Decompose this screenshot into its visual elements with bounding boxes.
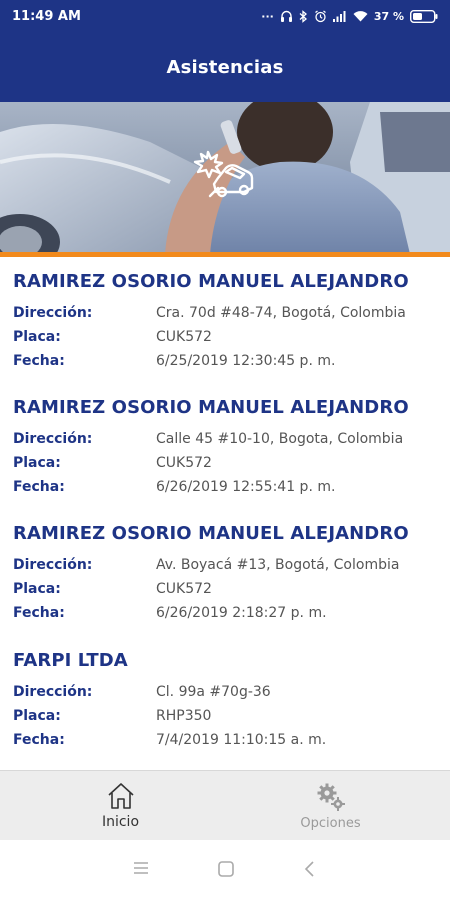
date-label: Fecha: xyxy=(13,732,65,748)
nav-item-inicio[interactable]: Inicio xyxy=(8,771,233,841)
date-label: Fecha: xyxy=(13,353,65,369)
menu-icon[interactable] xyxy=(132,860,150,876)
address-label: Dirección: xyxy=(13,431,93,447)
app-bar: Asistencias xyxy=(0,32,450,102)
nav-label-inicio: Inicio xyxy=(101,814,140,830)
alarm-icon xyxy=(314,9,326,22)
gears-icon xyxy=(317,783,345,811)
assistances-list: RAMIREZ OSORIO MANUEL ALEJANDRO Direcció… xyxy=(0,257,450,770)
plate-row: Placa: CUK572 xyxy=(13,454,212,472)
client-name: FARPI LTDA xyxy=(13,650,128,671)
address-label: Dirección: xyxy=(13,557,93,573)
more-notifications-icon: ··· xyxy=(261,9,274,23)
client-name: RAMIREZ OSORIO MANUEL ALEJANDRO xyxy=(13,397,409,418)
date-value: 6/26/2019 12:55:41 p. m. xyxy=(156,479,336,495)
bottom-navigation: Inicio Opciones xyxy=(0,770,450,840)
plate-row: Placa: CUK572 xyxy=(13,328,212,346)
date-value: 6/25/2019 12:30:45 p. m. xyxy=(156,353,336,369)
home-square-icon[interactable] xyxy=(217,860,235,878)
address-value: Calle 45 #10-10, Bogota, Colombia xyxy=(156,431,404,447)
wifi-icon xyxy=(353,11,368,22)
address-value: Av. Boyacá #13, Bogotá, Colombia xyxy=(156,557,400,573)
client-name: RAMIREZ OSORIO MANUEL ALEJANDRO xyxy=(13,271,409,292)
battery-percent: 37 % xyxy=(373,9,404,23)
headset-icon xyxy=(280,10,292,22)
address-row: Dirección: Cl. 99a #70g-36 xyxy=(13,683,271,701)
address-label: Dirección: xyxy=(13,684,93,700)
status-bar: 11:49 AM ··· 37 % xyxy=(0,0,450,32)
home-icon xyxy=(107,783,134,809)
plate-label: Placa: xyxy=(13,329,61,345)
plate-row: Placa: CUK572 xyxy=(13,580,212,598)
address-row: Dirección: Av. Boyacá #13, Bogotá, Colom… xyxy=(13,556,399,574)
plate-row: Placa: RHP350 xyxy=(13,707,211,725)
date-row: Fecha: 6/25/2019 12:30:45 p. m. xyxy=(13,352,335,370)
page-title: Asistencias xyxy=(166,56,284,78)
hero-banner xyxy=(0,102,450,254)
nav-label-opciones: Opciones xyxy=(300,815,361,831)
address-value: Cl. 99a #70g-36 xyxy=(156,684,271,700)
date-value: 6/26/2019 2:18:27 p. m. xyxy=(156,605,327,621)
plate-label: Placa: xyxy=(13,581,61,597)
plate-value: CUK572 xyxy=(156,581,212,597)
bluetooth-icon xyxy=(299,9,307,23)
client-name: RAMIREZ OSORIO MANUEL ALEJANDRO xyxy=(13,523,409,544)
plate-value: CUK572 xyxy=(156,455,212,471)
status-time: 11:49 AM xyxy=(12,8,81,24)
address-label: Dirección: xyxy=(13,305,93,321)
address-row: Dirección: Calle 45 #10-10, Bogota, Colo… xyxy=(13,430,403,448)
date-value: 7/4/2019 11:10:15 a. m. xyxy=(156,732,327,748)
plate-label: Placa: xyxy=(13,708,61,724)
plate-value: CUK572 xyxy=(156,329,212,345)
plate-label: Placa: xyxy=(13,455,61,471)
date-label: Fecha: xyxy=(13,605,65,621)
date-row: Fecha: 6/26/2019 2:18:27 p. m. xyxy=(13,604,327,622)
system-navigation-bar xyxy=(0,840,450,900)
address-row: Dirección: Cra. 70d #48-74, Bogotá, Colo… xyxy=(13,304,406,322)
plate-value: RHP350 xyxy=(156,708,212,724)
date-row: Fecha: 6/26/2019 12:55:41 p. m. xyxy=(13,478,335,496)
battery-icon xyxy=(410,9,438,23)
nav-item-opciones[interactable]: Opciones xyxy=(218,771,443,841)
back-icon[interactable] xyxy=(303,860,317,878)
status-icons: ··· 37 % xyxy=(261,10,438,23)
date-label: Fecha: xyxy=(13,479,65,495)
date-row: Fecha: 7/4/2019 11:10:15 a. m. xyxy=(13,731,326,749)
address-value: Cra. 70d #48-74, Bogotá, Colombia xyxy=(156,305,406,321)
signal-icon xyxy=(332,11,346,22)
car-crash-icon xyxy=(192,148,258,209)
